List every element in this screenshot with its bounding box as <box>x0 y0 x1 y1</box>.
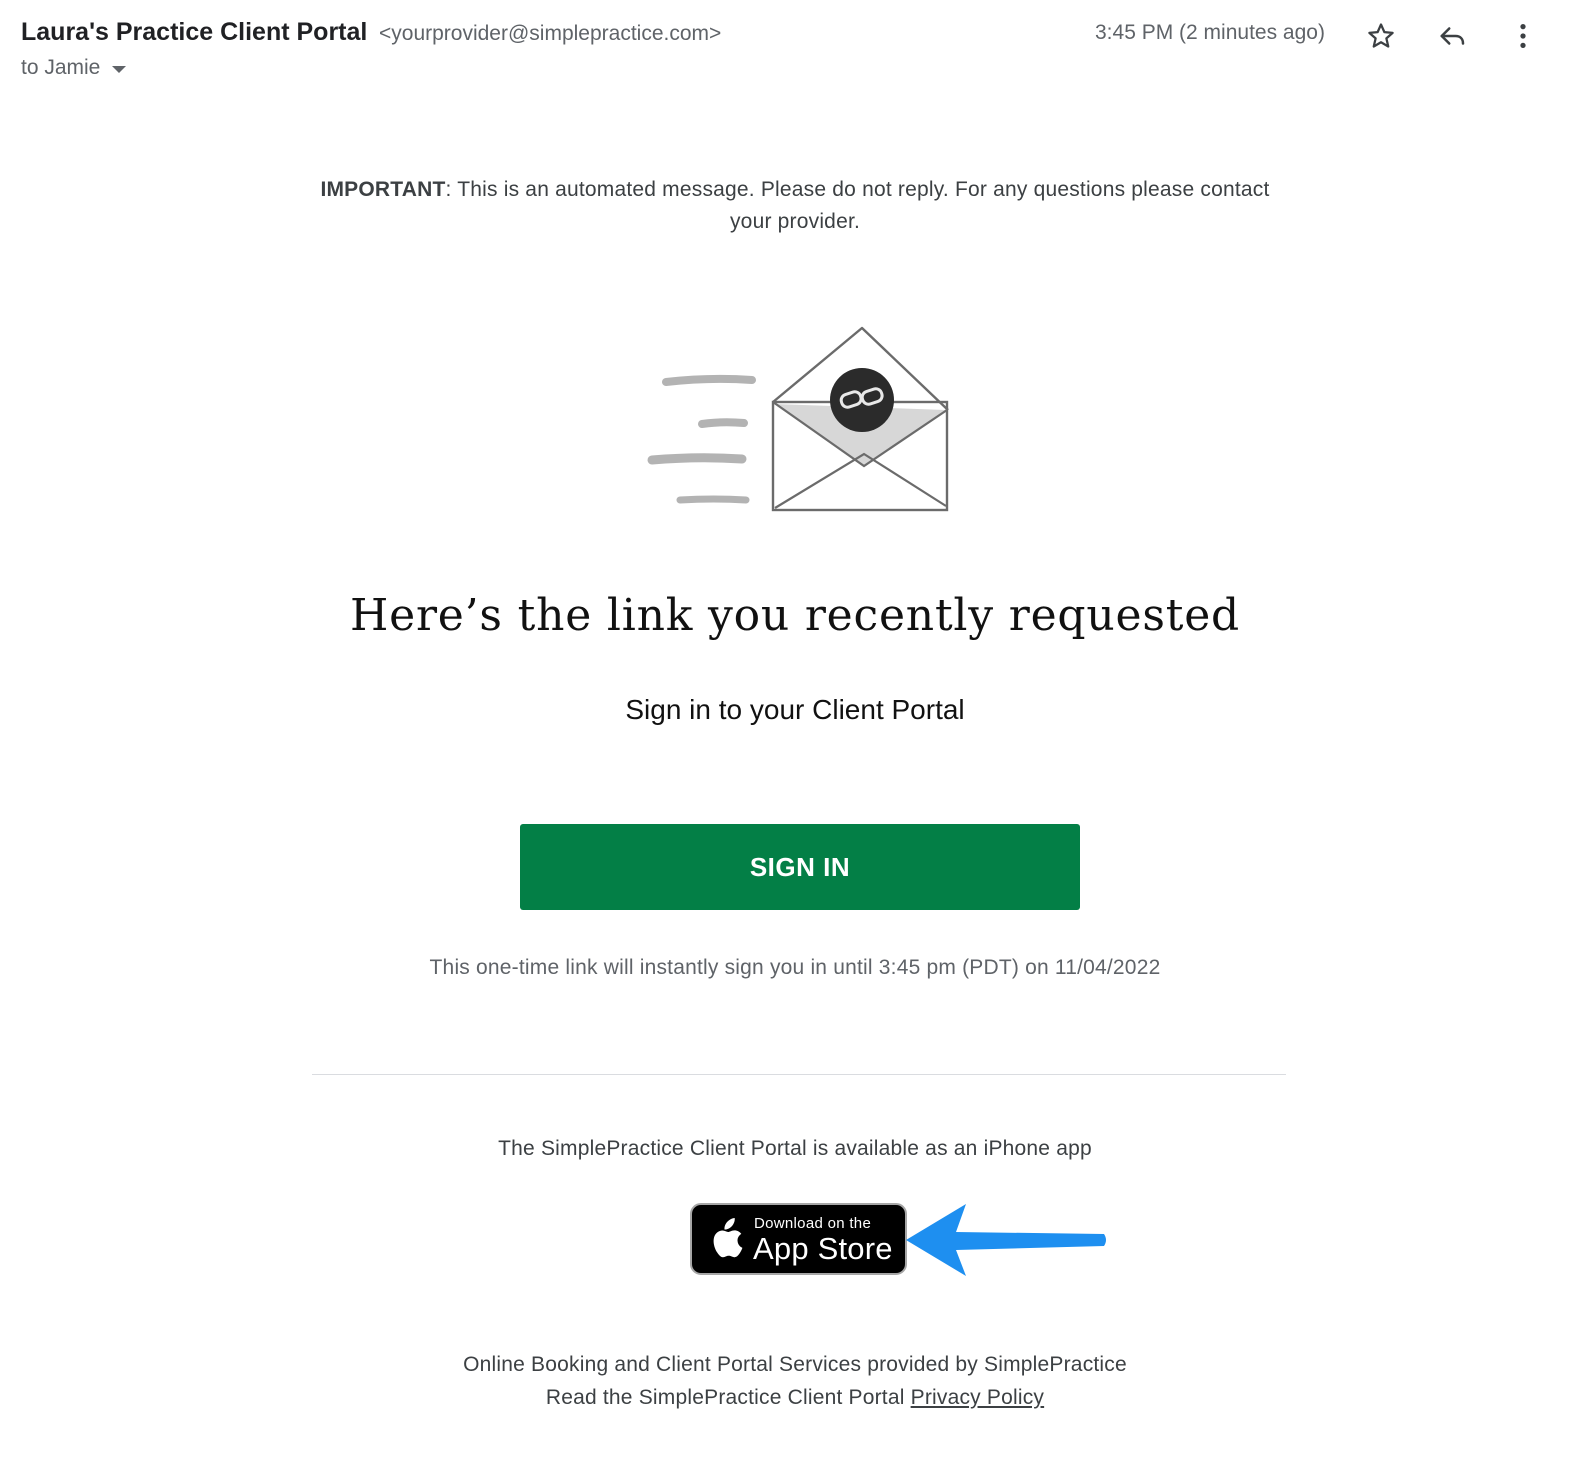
privacy-policy-link[interactable]: Privacy Policy <box>911 1386 1045 1409</box>
notice-text: : This is an automated message. Please d… <box>445 178 1270 233</box>
more-options-button[interactable] <box>1501 14 1545 58</box>
chevron-down-icon <box>112 66 127 73</box>
apple-logo-icon <box>713 1218 743 1258</box>
footer-services-text: Online Booking and Client Portal Service… <box>463 1353 1127 1376</box>
app-store-badge[interactable]: Download on the App Store <box>690 1203 907 1275</box>
more-vert-icon <box>1520 24 1526 48</box>
reply-icon <box>1440 27 1465 45</box>
footer-privacy-prefix: Read the SimplePractice Client Portal <box>545 1386 911 1409</box>
reply-button[interactable] <box>1431 14 1475 58</box>
iphone-app-text: The SimplePractice Client Portal is avai… <box>498 1137 1092 1160</box>
email-timestamp: 3:45 PM (2 minutes ago) <box>1095 21 1325 44</box>
star-button[interactable] <box>1359 14 1403 58</box>
sign-in-button[interactable]: SIGN IN <box>520 824 1080 910</box>
sender-name[interactable]: Laura's Practice Client Portal <box>21 18 367 47</box>
automated-notice: IMPORTANT: This is an automated message.… <box>310 174 1280 238</box>
recipient-details-toggle[interactable]: to Jamie <box>21 56 127 80</box>
app-store-big-text: App Store <box>753 1231 893 1266</box>
headline: Here’s the link you recently requested <box>349 590 1241 641</box>
recipient-label: to Jamie <box>21 56 101 79</box>
subline: Sign in to your Client Portal <box>625 694 965 725</box>
envelope-link-illustration <box>647 326 949 512</box>
email-header: Laura's Practice Client Portal <yourprov… <box>21 14 1560 94</box>
one-time-link-note: This one-time link will instantly sign y… <box>429 956 1161 979</box>
annotation-arrow-icon <box>906 1204 1106 1276</box>
app-store-small-text: Download on the <box>754 1215 872 1232</box>
footer-privacy-line: Read the SimplePractice Client Portal Pr… <box>0 1386 1590 1410</box>
sender-email: <yourprovider@simplepractice.com> <box>379 22 722 45</box>
notice-bold: IMPORTANT <box>320 178 446 201</box>
star-icon <box>1368 23 1394 48</box>
divider <box>312 1074 1286 1075</box>
